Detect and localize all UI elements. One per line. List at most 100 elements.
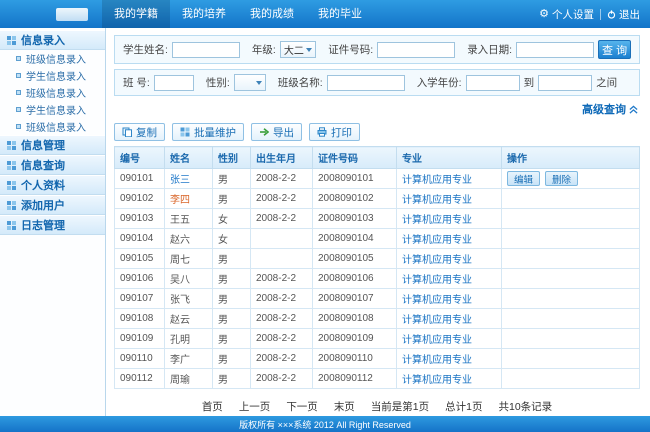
edit-button[interactable]: 编辑 xyxy=(507,171,541,186)
sidebar-item[interactable]: 班级信息录入 xyxy=(0,50,105,67)
table-row: 090105 周七男 2008090105 计算机应用专业 xyxy=(114,248,640,269)
cell-id: 090109 xyxy=(114,328,165,349)
cell-cert: 2008090107 xyxy=(312,288,397,309)
major-link[interactable]: 计算机应用专业 xyxy=(402,215,472,226)
cell-cert: 2008090105 xyxy=(312,248,397,269)
major-link[interactable]: 计算机应用专业 xyxy=(402,335,472,346)
copy-button[interactable]: 复制 xyxy=(114,123,165,141)
column-header: 性别 xyxy=(212,146,251,169)
cell-birth xyxy=(250,248,313,269)
sidebar-section-5[interactable]: 添加用户 xyxy=(0,195,105,215)
search-button[interactable]: 查 询 xyxy=(598,40,631,59)
cell-id: 090105 xyxy=(114,248,165,269)
nav-item-2[interactable]: 我的培养 xyxy=(170,0,238,28)
pagination-link[interactable]: 首页 xyxy=(202,399,223,414)
cell-gender: 男 xyxy=(212,348,251,369)
nav-item-4[interactable]: 我的毕业 xyxy=(306,0,374,28)
cell-birth: 2008-2-2 xyxy=(250,368,313,389)
major-link[interactable]: 计算机应用专业 xyxy=(402,175,472,186)
menu-grid-icon xyxy=(7,35,16,45)
pagination-link[interactable]: 上一页 xyxy=(239,399,271,414)
sidebar-section-3[interactable]: 信息查询 xyxy=(0,155,105,175)
sidebar-section-6[interactable]: 日志管理 xyxy=(0,215,105,235)
cell-operations xyxy=(501,308,640,329)
menu-grid-icon xyxy=(7,220,16,230)
export-button[interactable]: 导出 xyxy=(251,123,302,141)
major-link[interactable]: 计算机应用专业 xyxy=(402,235,472,246)
cert-number-label: 证件号码: xyxy=(328,44,374,56)
sidebar-item[interactable]: 班级信息录入 xyxy=(0,84,105,101)
enroll-year-to-input[interactable] xyxy=(538,74,593,91)
cell-major: 计算机应用专业 xyxy=(396,188,502,209)
sidebar-item[interactable]: 学生信息录入 xyxy=(0,101,105,118)
cell-id: 090107 xyxy=(114,288,165,309)
cell-gender: 男 xyxy=(212,288,251,309)
sidebar-item[interactable]: 学生信息录入 xyxy=(0,67,105,84)
major-link[interactable]: 计算机应用专业 xyxy=(402,295,472,306)
sidebar-item-label: 班级信息录入 xyxy=(26,89,86,100)
cell-name: 张飞 xyxy=(164,288,213,309)
student-name-input[interactable] xyxy=(171,41,240,58)
cell-name: 赵云 xyxy=(164,308,213,329)
cell-major: 计算机应用专业 xyxy=(396,248,502,269)
sidebar-section-2[interactable]: 信息管理 xyxy=(0,135,105,155)
cell-cert: 2008090106 xyxy=(312,268,397,289)
column-header: 专业 xyxy=(396,146,502,169)
cell-birth: 2008-2-2 xyxy=(250,308,313,329)
gender-select[interactable] xyxy=(233,74,266,91)
logout-link[interactable]: 退出 xyxy=(607,7,640,22)
major-link[interactable]: 计算机应用专业 xyxy=(402,275,472,286)
table-row: 090103 王五女 2008-2-2 2008090103 计算机应用专业 xyxy=(114,208,640,229)
major-link[interactable]: 计算机应用专业 xyxy=(402,375,472,386)
enroll-year-from-input[interactable] xyxy=(465,74,520,91)
class-no-input[interactable] xyxy=(153,74,194,91)
bullet-icon xyxy=(16,73,21,78)
entry-date-input[interactable] xyxy=(516,41,595,58)
major-link[interactable]: 计算机应用专业 xyxy=(402,195,472,206)
menu-grid-icon xyxy=(7,200,16,210)
sidebar-section-1[interactable]: 信息录入 xyxy=(0,30,105,50)
major-link[interactable]: 计算机应用专业 xyxy=(402,355,472,366)
printer-icon xyxy=(317,127,327,137)
major-link[interactable]: 计算机应用专业 xyxy=(402,315,472,326)
search-panel-secondary: 班 号: 性别: 班级名称: 入学年份: 到 之间 xyxy=(114,69,640,96)
major-link[interactable]: 计算机应用专业 xyxy=(402,255,472,266)
cell-name: 赵六 xyxy=(164,228,213,249)
sidebar-item[interactable]: 班级信息录入 xyxy=(0,118,105,135)
student-name-label: 学生姓名: xyxy=(123,44,168,56)
advanced-search-link[interactable]: 高级查询 xyxy=(582,101,638,117)
nav-item-1[interactable]: 我的学籍 xyxy=(102,0,170,28)
cell-id: 090102 xyxy=(114,188,165,209)
column-header: 姓名 xyxy=(164,146,213,169)
class-name-input[interactable] xyxy=(326,74,405,91)
cell-gender: 女 xyxy=(212,208,251,229)
cell-gender: 男 xyxy=(212,268,251,289)
print-button[interactable]: 打印 xyxy=(309,123,360,141)
batch-maintain-button[interactable]: 批量维护 xyxy=(172,123,244,141)
cell-operations xyxy=(501,268,640,289)
sidebar-section-label: 信息查询 xyxy=(21,160,65,172)
gender-label: 性别: xyxy=(205,77,230,89)
menu-grid-icon xyxy=(7,180,16,190)
grade-select[interactable]: 大二 xyxy=(279,41,317,58)
footer: 版权所有 ×××系统 2012 All Right Reserved xyxy=(0,416,650,432)
nav-item-3[interactable]: 我的成绩 xyxy=(238,0,306,28)
cell-major: 计算机应用专业 xyxy=(396,268,502,289)
cell-birth: 2008-2-2 xyxy=(250,268,313,289)
menu-grid-icon xyxy=(7,160,16,170)
delete-button[interactable]: 删除 xyxy=(545,171,579,186)
table-body: 090101 张三男 2008-2-2 2008090101 计算机应用专业 编辑 删除 09… xyxy=(114,168,640,389)
settings-link[interactable]: ⚙ 个人设置 xyxy=(539,7,594,22)
table-row: 090110 李广男 2008-2-2 2008090110 计算机应用专业 xyxy=(114,348,640,369)
sidebar-section-label: 日志管理 xyxy=(21,220,65,232)
chevron-down-icon xyxy=(306,48,313,55)
pagination-link[interactable]: 下一页 xyxy=(286,399,318,414)
grid-icon xyxy=(180,127,190,137)
table-row: 090109 孔明男 2008-2-2 2008090109 计算机应用专业 xyxy=(114,328,640,349)
cert-number-input[interactable] xyxy=(377,41,456,58)
sidebar-section-4[interactable]: 个人资料 xyxy=(0,175,105,195)
pagination-link[interactable]: 末页 xyxy=(334,399,355,414)
sidebar-section-label: 信息录入 xyxy=(21,35,65,47)
header-divider xyxy=(600,8,601,20)
cell-name: 孔明 xyxy=(164,328,213,349)
